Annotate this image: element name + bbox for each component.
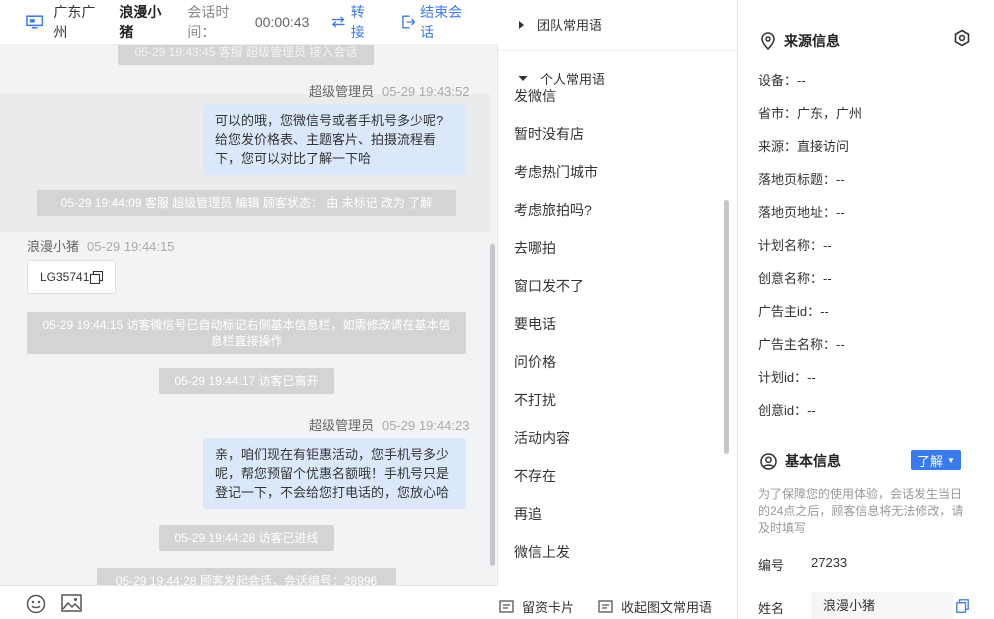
team-phrases-label: 团队常用语	[537, 18, 603, 33]
system-message-entered: 05-29 19:44:28 访客已进线	[159, 525, 334, 551]
divider	[498, 50, 738, 51]
agent-name: 超级管理员	[309, 418, 375, 433]
source-row-landing-url: 落地页地址：--	[758, 205, 845, 220]
collapse-phrases-label: 收起图文常用语	[621, 600, 713, 615]
source-row-advertiser-name: 广告主名称：--	[758, 337, 845, 352]
phrases-scrollbar[interactable]	[724, 200, 729, 454]
phrase-item[interactable]: 要电话	[514, 314, 556, 334]
session-time-label: 会话时间：	[187, 4, 230, 40]
image-icon[interactable]	[61, 594, 82, 612]
agent-time: 05-29 19:44:23	[382, 418, 470, 433]
system-message-edit: 05-29 19:44:09 客服 超级管理员 编辑 顾客状态： 由 未标记 改…	[37, 190, 456, 216]
phrase-item[interactable]: 再追	[514, 504, 542, 524]
caret-down-icon: ▼	[947, 455, 955, 465]
visitor-code-message[interactable]: LG35741	[27, 260, 117, 294]
agent-sender-1: 超级管理员 05-29 19:43:52	[309, 81, 469, 100]
visitor-code-text: LG35741	[40, 270, 90, 284]
source-row-source: 来源：直接访问	[758, 139, 850, 154]
source-row-plan-id: 计划id：--	[758, 370, 816, 385]
system-message-session: 05-29 19:44:28 顾客发起会话，会话编号：28996	[97, 568, 396, 585]
source-info-label: 来源信息	[784, 33, 840, 49]
chat-header: 广东广州 浪漫小猪 会话时间： 00:00:43 转接 结束会话	[0, 0, 498, 44]
name-label: 姓名	[758, 601, 785, 616]
id-label: 编号	[758, 558, 785, 573]
chat-footer-toolbar	[0, 585, 498, 619]
end-session-button[interactable]: 结束会话	[401, 2, 474, 42]
caret-down-icon	[518, 76, 528, 81]
agent-time: 05-29 19:43:52	[382, 84, 470, 99]
card-icon	[499, 600, 514, 613]
transfer-button[interactable]: 转接	[331, 2, 377, 42]
phrase-item[interactable]: 问价格	[514, 352, 556, 372]
phrase-item[interactable]: 去哪拍	[514, 238, 556, 258]
system-message-left: 05-29 19:44:17 访客已离开	[159, 368, 334, 394]
customer-status-dropdown[interactable]: 了解 ▼	[911, 450, 961, 470]
chat-panel: 05-29 19:43:45 客服 超级管理员 接入会话 超级管理员 05-29 …	[0, 0, 498, 619]
phrase-item[interactable]: 考虑旅拍吗?	[514, 200, 592, 220]
visitor-time: 05-29 19:44:15	[87, 239, 175, 254]
source-row-plan-name: 计划名称：--	[758, 238, 832, 253]
phrases-panel: 团队常用语 个人常用语 发微信 暂时没有店 考虑热门城市 考虑旅拍吗? 去哪拍 …	[498, 0, 738, 619]
phrase-item[interactable]: 考虑热门城市	[514, 162, 598, 182]
phrase-item[interactable]: 不打扰	[514, 390, 556, 410]
visitor-name-header: 浪漫小猪	[119, 4, 162, 40]
settings-icon[interactable]	[953, 29, 971, 47]
source-row-creative-id: 创意id：--	[758, 403, 816, 418]
exit-icon	[401, 15, 416, 29]
source-row-creative-name: 创意名称：--	[758, 271, 832, 286]
agent-sender-2: 超级管理员 05-29 19:44:23	[309, 415, 469, 434]
basic-info-title: 基本信息	[760, 451, 841, 471]
leave-card-button[interactable]: 留资卡片	[499, 597, 574, 616]
team-phrases-group[interactable]: 团队常用语	[518, 15, 602, 34]
agent-name: 超级管理员	[309, 84, 375, 99]
message-list[interactable]: 05-29 19:43:45 客服 超级管理员 接入会话 超级管理员 05-29 …	[0, 44, 498, 585]
session-time-value: 00:00:43	[254, 14, 310, 30]
end-session-label: 结束会话	[420, 4, 463, 40]
phrase-item[interactable]: 不存在	[514, 466, 556, 486]
agent-message-bubble-2: 亲，咱们现在有钜惠活动，您手机号多少呢，帮您预留个优惠名额哦！手机号只是登记一下…	[203, 438, 466, 509]
visitor-location: 广东广州	[53, 4, 96, 40]
transfer-label: 转接	[350, 4, 365, 40]
leave-card-label: 留资卡片	[522, 600, 575, 615]
smiley-icon[interactable]	[26, 594, 46, 614]
phrase-item[interactable]: 活动内容	[514, 428, 570, 448]
info-panel: 来源信息 设备：-- 省市：广东，广州 来源：直接访问 落地页标题：-- 落地页…	[738, 0, 994, 619]
caret-right-icon	[519, 20, 524, 29]
name-field[interactable]: 浪漫小猪	[811, 592, 953, 619]
customer-status-label: 了解	[917, 453, 944, 469]
source-row-landing-title: 落地页标题：--	[758, 172, 845, 187]
collapse-phrases-button[interactable]: 收起图文常用语	[598, 597, 712, 616]
copy-icon[interactable]	[956, 599, 969, 613]
phrase-item[interactable]: 窗口发不了	[514, 276, 584, 296]
source-info-title: 来源信息	[760, 31, 840, 51]
copy-icon[interactable]	[90, 270, 104, 284]
monitor-icon	[26, 15, 44, 29]
agent-message-bubble-1: 可以的哦，您微信号或者手机号多少呢?给您发价格表、主题客片、拍摄流程看下，您可以…	[203, 104, 466, 175]
user-circle-icon	[760, 452, 777, 470]
id-value: 27233	[811, 555, 848, 570]
phrase-item[interactable]: 暂时没有店	[514, 124, 584, 144]
system-message-accept: 05-29 19:43:45 客服 超级管理员 接入会话	[118, 44, 374, 65]
visitor-sender: 浪漫小猪 05-29 19:44:15	[27, 236, 174, 255]
source-row-device: 设备：--	[758, 73, 806, 88]
phrase-item[interactable]: 微信上发	[514, 542, 570, 562]
location-pin-icon	[761, 32, 775, 50]
basic-info-label: 基本信息	[785, 453, 841, 469]
source-row-advertiser-id: 广告主id：--	[758, 304, 829, 319]
phrase-item[interactable]: 发微信	[514, 86, 556, 106]
system-message-wechat: 05-29 19:44:15 访客微信号已自动标记右侧基本信息栏，如需修改请在基…	[27, 312, 466, 354]
edit-notice: 为了保障您的使用体验，会话发生当日的24点之后，顾客信息将无法修改，请及时填写	[758, 487, 964, 535]
source-row-city: 省市：广东，广州	[758, 106, 863, 121]
visitor-name: 浪漫小猪	[27, 239, 80, 254]
document-icon	[598, 600, 613, 613]
chat-scrollbar[interactable]	[490, 244, 495, 566]
transfer-icon	[332, 16, 345, 28]
